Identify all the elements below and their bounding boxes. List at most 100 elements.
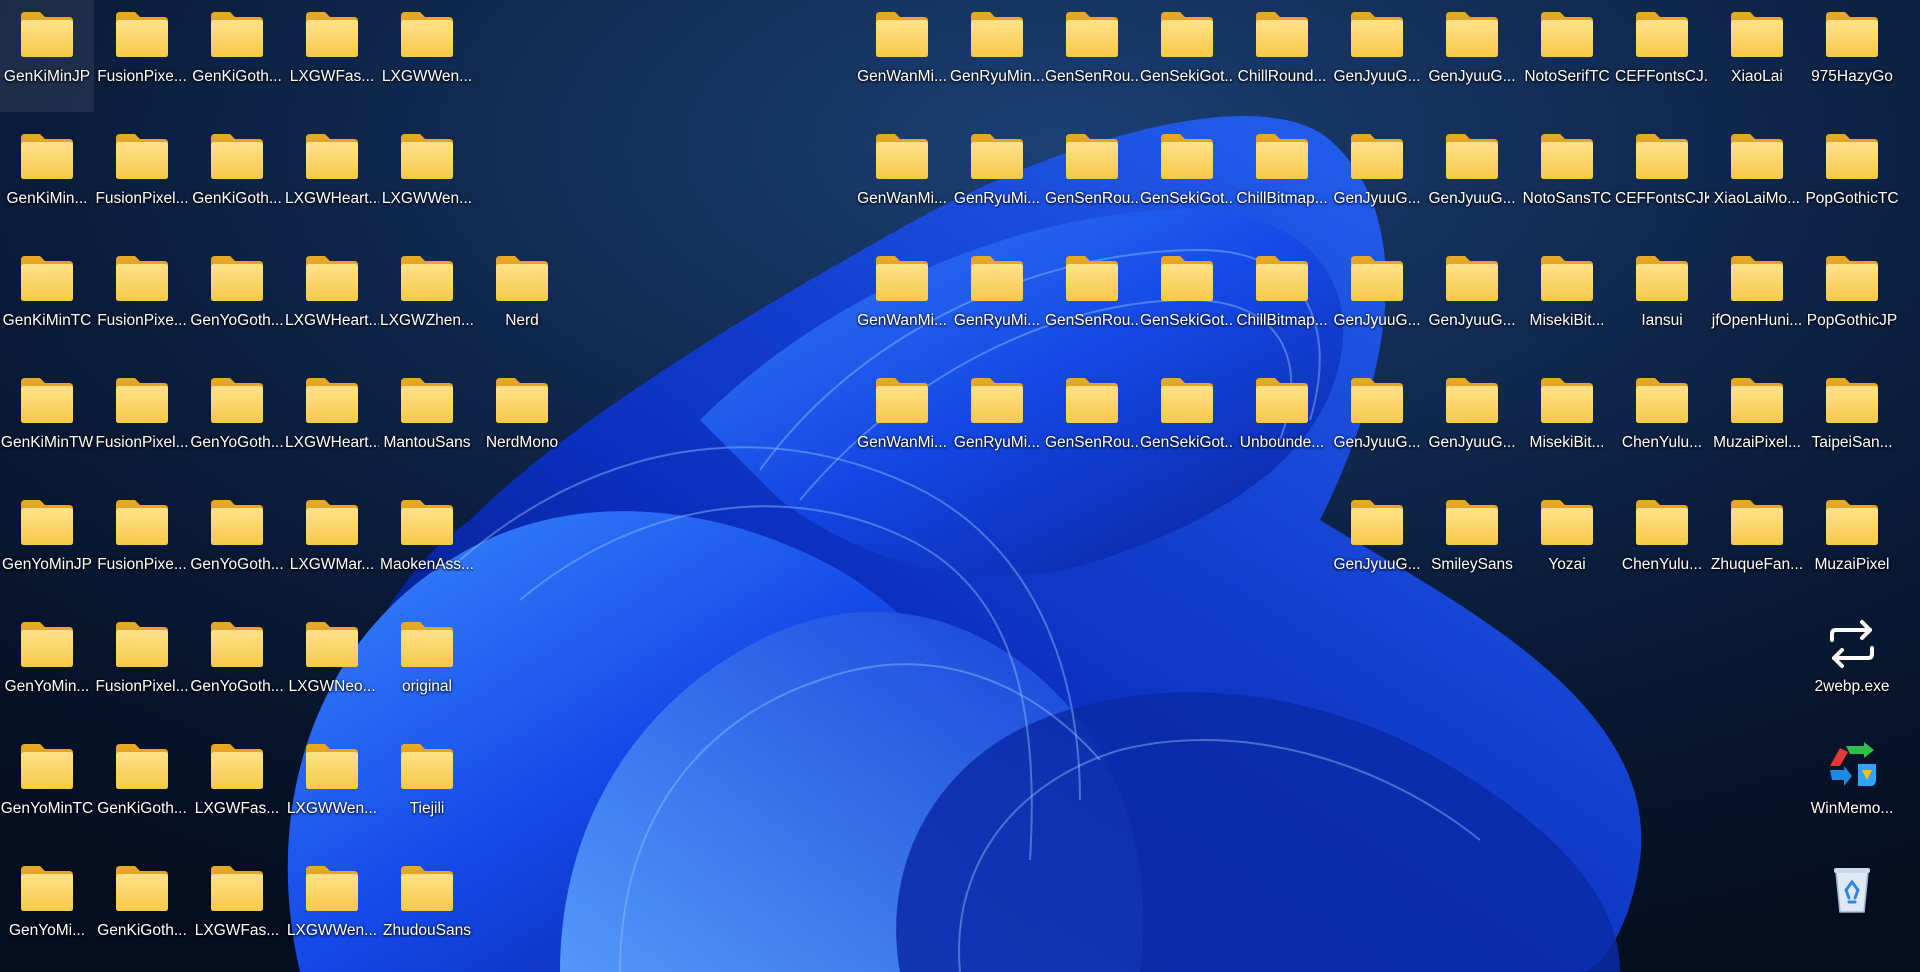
folder-item[interactable]: XiaoLaiMo... — [1710, 122, 1804, 234]
folder-item[interactable]: GenJyuuG... — [1330, 0, 1424, 112]
folder-item[interactable]: GenRyuMi... — [950, 366, 1044, 478]
folder-item[interactable]: GenWanMi... — [855, 122, 949, 234]
folder-item[interactable]: LXGWHeart... — [285, 122, 379, 234]
folder-item[interactable]: FusionPixe... — [95, 488, 189, 600]
folder-item[interactable]: NerdMono — [475, 366, 569, 478]
folder-item[interactable]: MuzaiPixel... — [1710, 366, 1804, 478]
folder-item[interactable]: TaipeiSan... — [1805, 366, 1899, 478]
folder-item[interactable]: ZhudouSans — [380, 854, 474, 966]
folder-item[interactable]: ZhuqueFan... — [1710, 488, 1804, 600]
folder-item[interactable]: GenKiGoth... — [190, 122, 284, 234]
folder-item[interactable]: LXGWZhen... — [380, 244, 474, 356]
folder-item[interactable]: LXGWWen... — [380, 122, 474, 234]
folder-item[interactable]: LXGWWen... — [285, 732, 379, 844]
folder-item[interactable]: PopGothicTC — [1805, 122, 1899, 234]
app-2webp[interactable]: 2webp.exe — [1805, 610, 1899, 722]
folder-item[interactable]: FusionPixe... — [95, 0, 189, 112]
folder-icon — [1729, 252, 1785, 304]
folder-item[interactable]: FusionPixe... — [95, 244, 189, 356]
folder-item[interactable]: SmileySans — [1425, 488, 1519, 600]
folder-item[interactable]: original — [380, 610, 474, 722]
folder-item[interactable]: LXGWFas... — [190, 854, 284, 966]
folder-item[interactable]: ChillBitmap... — [1235, 244, 1329, 356]
folder-item[interactable]: GenKiGoth... — [95, 732, 189, 844]
folder-item[interactable]: GenJyuuG... — [1425, 122, 1519, 234]
folder-item[interactable]: MuzaiPixel — [1805, 488, 1899, 600]
app-winmemory-cleaner[interactable]: WinMemo... — [1805, 732, 1899, 844]
folder-item[interactable]: MantouSans — [380, 366, 474, 478]
folder-item[interactable]: Yozai — [1520, 488, 1614, 600]
folder-item[interactable]: 975HazyGo — [1805, 0, 1899, 112]
folder-item[interactable]: GenJyuuG... — [1425, 366, 1519, 478]
folder-item[interactable]: LXGWFas... — [285, 0, 379, 112]
folder-item[interactable]: GenYoGoth... — [190, 488, 284, 600]
folder-item[interactable]: XiaoLai — [1710, 0, 1804, 112]
folder-icon — [1064, 374, 1120, 426]
folder-item[interactable]: GenSekiGot... — [1140, 122, 1234, 234]
folder-item[interactable]: LXGWWen... — [285, 854, 379, 966]
folder-item[interactable]: LXGWHeart... — [285, 244, 379, 356]
folder-item[interactable]: GenSekiGot... — [1140, 0, 1234, 112]
folder-item[interactable]: GenKiGoth... — [190, 0, 284, 112]
folder-item[interactable]: CEFFontsCJK — [1615, 122, 1709, 234]
folder-item[interactable]: LXGWHeart... — [285, 366, 379, 478]
folder-item[interactable]: GenYoGoth... — [190, 610, 284, 722]
folder-item[interactable]: FusionPixel... — [95, 610, 189, 722]
folder-item[interactable]: GenRyuMi... — [950, 122, 1044, 234]
folder-item[interactable]: ChenYulu... — [1615, 366, 1709, 478]
folder-item[interactable]: GenKiMinJP — [0, 0, 94, 112]
folder-item[interactable]: GenRyuMi... — [950, 244, 1044, 356]
folder-item[interactable]: ChillBitmap... — [1235, 122, 1329, 234]
folder-item[interactable]: Iansui — [1615, 244, 1709, 356]
folder-item[interactable]: ChenYulu... — [1615, 488, 1709, 600]
folder-icon — [1444, 8, 1500, 60]
folder-item[interactable]: FusionPixel... — [95, 122, 189, 234]
folder-item[interactable]: MaokenAss... — [380, 488, 474, 600]
folder-item[interactable]: LXGWFas... — [190, 732, 284, 844]
recycle-bin[interactable] — [1805, 854, 1899, 966]
folder-item[interactable]: GenJyuuG... — [1330, 244, 1424, 356]
folder-item[interactable]: CEFFontsCJ... — [1615, 0, 1709, 112]
folder-item[interactable]: GenKiMin... — [0, 122, 94, 234]
folder-item[interactable]: MisekiBit... — [1520, 366, 1614, 478]
folder-item[interactable]: GenYoGoth... — [190, 366, 284, 478]
folder-item[interactable]: GenYoMi... — [0, 854, 94, 966]
folder-item[interactable]: FusionPixel... — [95, 366, 189, 478]
folder-item[interactable]: GenYoMinJP — [0, 488, 94, 600]
folder-item[interactable]: Nerd — [475, 244, 569, 356]
folder-item[interactable]: GenSekiGot... — [1140, 244, 1234, 356]
folder-item[interactable]: ChillRound... — [1235, 0, 1329, 112]
folder-item[interactable]: GenJyuuG... — [1330, 366, 1424, 478]
folder-item[interactable]: jfOpenHuni... — [1710, 244, 1804, 356]
folder-item[interactable]: GenYoMinTC — [0, 732, 94, 844]
folder-item[interactable]: GenKiGoth... — [95, 854, 189, 966]
folder-item[interactable]: NotoSansTC — [1520, 122, 1614, 234]
folder-item[interactable]: GenWanMi... — [855, 366, 949, 478]
icon-label: GenJyuuG... — [1333, 312, 1421, 329]
folder-item[interactable]: GenRyuMin... — [950, 0, 1044, 112]
folder-item[interactable]: GenWanMi... — [855, 0, 949, 112]
folder-item[interactable]: GenJyuuG... — [1330, 488, 1424, 600]
folder-item[interactable]: Tiejili — [380, 732, 474, 844]
folder-item[interactable]: LXGWNeo... — [285, 610, 379, 722]
folder-item[interactable]: MisekiBit... — [1520, 244, 1614, 356]
folder-item[interactable]: Unbounde... — [1235, 366, 1329, 478]
folder-item[interactable]: LXGWWen... — [380, 0, 474, 112]
folder-item[interactable]: GenSekiGot... — [1140, 366, 1234, 478]
folder-item[interactable]: NotoSerifTC — [1520, 0, 1614, 112]
folder-item[interactable]: GenYoMin... — [0, 610, 94, 722]
folder-item[interactable]: PopGothicJP — [1805, 244, 1899, 356]
folder-item[interactable]: GenSenRou... — [1045, 0, 1139, 112]
folder-item[interactable]: GenSenRou... — [1045, 366, 1139, 478]
folder-item[interactable]: LXGWMar... — [285, 488, 379, 600]
folder-item[interactable]: GenKiMinTC — [0, 244, 94, 356]
folder-item[interactable]: GenYoGoth... — [190, 244, 284, 356]
folder-item[interactable]: GenSenRou... — [1045, 122, 1139, 234]
folder-item[interactable]: GenJyuuG... — [1330, 122, 1424, 234]
folder-item[interactable]: GenWanMi... — [855, 244, 949, 356]
folder-item[interactable]: GenKiMinTW — [0, 366, 94, 478]
folder-item[interactable]: GenSenRou... — [1045, 244, 1139, 356]
folder-icon — [1634, 374, 1690, 426]
folder-item[interactable]: GenJyuuG... — [1425, 0, 1519, 112]
folder-item[interactable]: GenJyuuG... — [1425, 244, 1519, 356]
